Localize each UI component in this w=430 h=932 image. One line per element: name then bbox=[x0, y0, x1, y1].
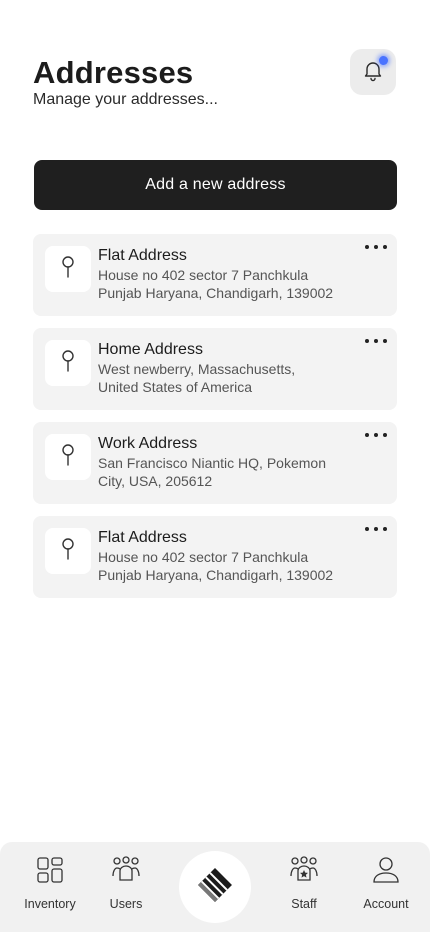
more-dots-icon bbox=[365, 245, 369, 249]
address-list: Flat Address House no 402 sector 7 Panch… bbox=[33, 234, 397, 610]
tab-staff[interactable]: Staff bbox=[282, 856, 326, 911]
tab-users[interactable]: Users bbox=[104, 856, 148, 911]
address-line-2: United States of America bbox=[98, 379, 253, 395]
more-dots-icon bbox=[365, 527, 369, 531]
page-title: Addresses bbox=[33, 55, 194, 90]
map-pin-icon bbox=[61, 349, 75, 378]
address-title: Flat Address bbox=[98, 247, 187, 264]
user-icon bbox=[372, 856, 400, 889]
notification-dot bbox=[379, 56, 388, 65]
home-center-button[interactable] bbox=[179, 851, 251, 923]
address-title: Work Address bbox=[98, 435, 198, 452]
bottom-tab-bar: Inventory Users Staff Account bbox=[0, 842, 430, 932]
address-line-2: Punjab Haryana, Chandigarh, 139002 bbox=[98, 567, 334, 583]
tab-account[interactable]: Account bbox=[360, 856, 412, 911]
address-title: Flat Address bbox=[98, 529, 187, 546]
tab-label-users: Users bbox=[109, 897, 143, 911]
address-line-2: Punjab Haryana, Chandigarh, 139002 bbox=[98, 285, 334, 301]
tab-label-inventory: Inventory bbox=[24, 897, 76, 911]
more-options-button[interactable] bbox=[365, 429, 387, 441]
map-pin-icon bbox=[61, 443, 75, 472]
users-icon bbox=[111, 856, 141, 889]
page-header: Addresses Manage your addresses... bbox=[33, 49, 396, 116]
more-dots-icon bbox=[365, 433, 369, 437]
more-dots-icon bbox=[365, 339, 369, 343]
address-card[interactable]: Flat Address House no 402 sector 7 Panch… bbox=[33, 516, 397, 598]
map-pin-icon bbox=[61, 537, 75, 566]
tab-inventory[interactable]: Inventory bbox=[22, 856, 78, 911]
address-icon-box bbox=[45, 246, 91, 292]
add-address-button[interactable]: Add a new address bbox=[34, 160, 397, 210]
notification-button[interactable] bbox=[350, 49, 396, 95]
address-card[interactable]: Work Address San Francisco Niantic HQ, P… bbox=[33, 422, 397, 504]
address-icon-box bbox=[45, 528, 91, 574]
address-line-2: City, USA, 205612 bbox=[98, 473, 213, 489]
more-options-button[interactable] bbox=[365, 523, 387, 535]
address-line-1: House no 402 sector 7 Panchkula bbox=[98, 267, 309, 283]
more-options-button[interactable] bbox=[365, 241, 387, 253]
map-pin-icon bbox=[61, 255, 75, 284]
address-card[interactable]: Flat Address House no 402 sector 7 Panch… bbox=[33, 234, 397, 316]
tab-label-account: Account bbox=[363, 897, 409, 911]
address-line-1: West newberry, Massachusetts, bbox=[98, 361, 296, 377]
address-title: Home Address bbox=[98, 341, 203, 358]
page-subtitle: Manage your addresses... bbox=[33, 91, 218, 108]
logo-icon bbox=[196, 866, 234, 909]
address-card[interactable]: Home Address West newberry, Massachusett… bbox=[33, 328, 397, 410]
address-icon-box bbox=[45, 340, 91, 386]
address-line-1: San Francisco Niantic HQ, Pokemon bbox=[98, 455, 326, 471]
tab-label-staff: Staff bbox=[291, 897, 317, 911]
more-options-button[interactable] bbox=[365, 335, 387, 347]
staff-icon bbox=[289, 856, 319, 889]
grid-icon bbox=[36, 856, 64, 889]
address-icon-box bbox=[45, 434, 91, 480]
address-line-1: House no 402 sector 7 Panchkula bbox=[98, 549, 309, 565]
